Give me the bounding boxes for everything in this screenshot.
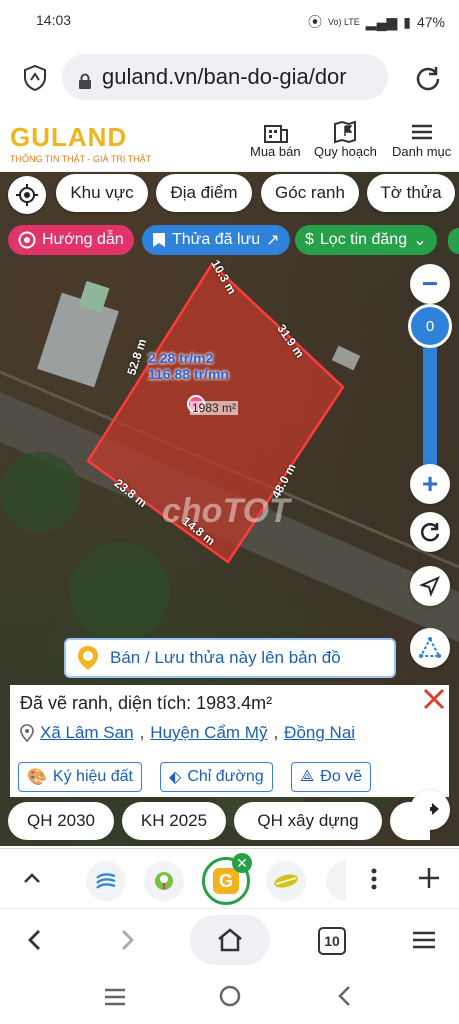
hamburger-menu-icon[interactable] xyxy=(410,927,438,953)
system-home-icon[interactable] xyxy=(218,984,242,1008)
chip-qh-2030[interactable]: QH 2030 xyxy=(8,802,114,840)
commune-link[interactable]: Xã Lâm San xyxy=(40,723,134,743)
network-label: Vo) LTE xyxy=(327,17,360,27)
url-field[interactable]: guland.vn/ban-do-gia/dor xyxy=(62,54,388,100)
refresh-button[interactable] xyxy=(410,512,450,552)
app-shortcut-3[interactable] xyxy=(266,861,306,901)
parcel-price-label: 2.28 tr/m2 116.88 tr/mn xyxy=(148,350,229,382)
browser-nav-bar: 10 xyxy=(0,908,459,972)
district-link[interactable]: Huyện Cẩm Mỹ xyxy=(150,723,267,743)
direction-sign-icon: ⬖ xyxy=(169,769,182,786)
chip-goc-ranh[interactable]: Góc ranh xyxy=(261,174,359,212)
back-icon[interactable] xyxy=(22,927,48,953)
pill-overflow xyxy=(448,228,459,254)
chip-qh-xay-dung[interactable]: QH xây dựng xyxy=(234,802,382,840)
palette-icon: 🎨 xyxy=(27,769,47,786)
land-symbol-button[interactable]: 🎨 Ký hiệu đất xyxy=(18,762,142,792)
chevron-up-icon[interactable] xyxy=(20,867,44,891)
map-location-icon xyxy=(155,872,173,890)
measure-tool-button[interactable] xyxy=(410,628,450,668)
measure-button[interactable]: ⟁ Đo vẽ xyxy=(291,762,372,792)
guide-button[interactable]: Hướng dẫn xyxy=(8,225,134,255)
add-icon[interactable] xyxy=(416,865,442,891)
system-nav-bar xyxy=(0,972,459,1024)
location-icon: ⦿ xyxy=(307,14,322,30)
parcel-info-card: Đã vẽ ranh, diện tích: 1983.4m² Xã Lâm S… xyxy=(10,685,449,797)
status-bar: 14:03 ⦿ Vo) LTE ▂▄▆ ▮ 47% xyxy=(0,0,459,42)
save-parcel-banner[interactable]: Bán / Lưu thửa này lên bản đồ xyxy=(64,638,396,678)
crosshair-icon xyxy=(16,184,38,206)
chip-dia-diem[interactable]: Địa điểm xyxy=(156,174,252,212)
tab-count-button[interactable]: 10 xyxy=(318,927,346,955)
polygon-tool-icon xyxy=(419,636,441,658)
home-button[interactable] xyxy=(190,915,270,965)
saved-parcels-button[interactable]: Thửa đã lưu ↗ xyxy=(142,225,290,255)
guland-app-icon: G xyxy=(213,868,239,894)
app-shortcut-1[interactable] xyxy=(86,861,126,901)
refresh-icon xyxy=(420,523,440,542)
filter-listings-button[interactable]: $ Lọc tin đăng ⌄ xyxy=(295,225,437,255)
nav-danh-muc[interactable]: Danh mục xyxy=(392,120,451,159)
battery-level: 47% xyxy=(416,14,445,30)
map-view[interactable]: 10.3 m 31.9 m 52.8 m 48.0 m 23.8 m 14.8 … xyxy=(0,172,459,846)
app-shortcut-overflow[interactable] xyxy=(326,861,346,901)
more-vert-icon[interactable] xyxy=(364,865,384,893)
browser-toolbar: guland.vn/ban-do-gia/dor xyxy=(0,42,459,114)
zoom-out-button[interactable]: − xyxy=(410,264,450,304)
chip-to-thua[interactable]: Tờ thửa xyxy=(367,174,455,212)
wave-icon xyxy=(96,873,116,889)
watermark: choTOT xyxy=(162,492,290,530)
map-pin-icon xyxy=(78,646,98,670)
forward-icon[interactable] xyxy=(114,927,140,953)
chip-khu-vuc[interactable]: Khu vực xyxy=(56,174,148,212)
close-tab-icon[interactable]: ✕ xyxy=(232,853,252,873)
building-icon xyxy=(264,125,289,143)
location-pin-icon xyxy=(20,724,34,742)
province-link[interactable]: Đồng Nai xyxy=(284,723,355,743)
nav-mua-ban[interactable]: Mua bán xyxy=(250,120,301,159)
locate-button[interactable] xyxy=(8,176,46,214)
shield-icon[interactable] xyxy=(22,64,48,92)
leaf-icon xyxy=(274,874,298,888)
system-back-icon[interactable] xyxy=(334,984,356,1008)
recent-apps-icon[interactable] xyxy=(102,986,128,1008)
zoom-in-button[interactable]: + xyxy=(410,464,450,504)
bookmark-icon xyxy=(153,233,165,247)
signal-icon: ▂▄▆ xyxy=(365,13,398,30)
reload-icon[interactable] xyxy=(414,64,442,92)
dollar-icon: $ xyxy=(305,231,314,248)
navigate-button[interactable] xyxy=(410,566,450,606)
url-text: guland.vn/ban-do-gia/dor xyxy=(102,64,347,89)
site-header: GULAND THÔNG TIN THẬT - GIÁ TRỊ THẬT Mua… xyxy=(0,114,459,172)
app-strip: G ✕ xyxy=(0,848,459,908)
parcel-area-label: 1983 m² xyxy=(190,401,239,415)
home-icon xyxy=(218,928,242,952)
chip-kh-2025[interactable]: KH 2025 xyxy=(122,802,226,840)
play-circle-icon xyxy=(18,231,36,249)
app-shortcut-2[interactable] xyxy=(144,861,184,901)
lock-icon xyxy=(78,69,92,89)
directions-button[interactable]: ⬖ Chỉ đường xyxy=(160,762,273,792)
chip-overflow[interactable] xyxy=(390,802,430,840)
guland-logo[interactable]: GULAND THÔNG TIN THẬT - GIÁ TRỊ THẬT xyxy=(10,122,151,164)
zoom-slider-handle[interactable]: 0 xyxy=(408,304,452,348)
menu-icon xyxy=(411,124,432,140)
nav-quy-hoach[interactable]: Quy hoạch xyxy=(314,120,377,159)
external-link-icon: ↗ xyxy=(266,232,280,249)
parcel-info-title: Đã vẽ ranh, diện tích: 1983.4m² xyxy=(20,693,273,713)
battery-icon: ▮ xyxy=(403,13,411,30)
navigation-arrow-icon xyxy=(419,576,440,597)
close-icon[interactable] xyxy=(420,685,448,713)
clock: 14:03 xyxy=(36,12,72,28)
measure-icon: ⟁ xyxy=(300,768,315,785)
location-row: Xã Lâm San, Huyện Cẩm Mỹ, Đồng Nai xyxy=(20,723,355,743)
chevron-down-icon: ⌄ xyxy=(413,232,427,249)
map-flag-icon xyxy=(334,120,357,144)
